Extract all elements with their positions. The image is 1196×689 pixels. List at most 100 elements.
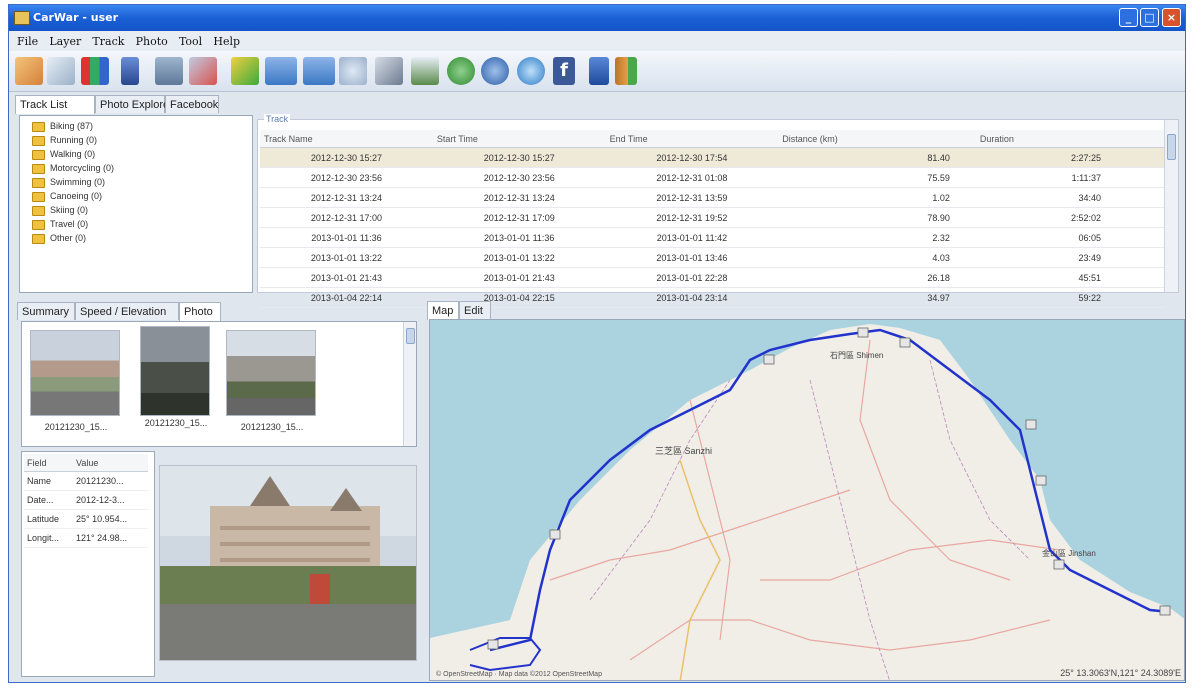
table-cell: 2013-01-01 13:22 [260,247,433,268]
track-scrollbar[interactable] [1164,120,1178,292]
photo-edit-icon[interactable] [303,57,335,85]
camera-folder-icon[interactable] [411,57,439,85]
category-skiing[interactable]: Skiing (0) [32,205,88,218]
edit-track-icon[interactable] [231,57,259,85]
toolbar: f [9,51,1185,92]
table-cell: 2012-12-31 17:00 [260,207,433,228]
col-end-time[interactable]: End Time [605,130,779,148]
photo-scrollbar[interactable] [403,322,416,446]
title-bar[interactable]: CarWar - user _ □ × [9,5,1185,31]
property-row[interactable]: Longit... 121° 24.98... [24,528,148,548]
category-swimming[interactable]: Swimming (0) [32,177,105,190]
folder-icon [32,163,45,174]
table-row[interactable]: 2012-12-31 17:00 2012-12-31 17:09 2012-12-… [260,207,1165,228]
category-biking[interactable]: Biking (87) [32,121,93,134]
tab-photo-explore[interactable]: Photo Explore [95,95,169,113]
table-row[interactable]: 2012-12-30 15:27 2012-12-30 15:27 2012-12-… [260,147,1165,168]
import-icon[interactable] [15,57,43,85]
table-cell: 2013-01-01 22:28 [605,267,779,288]
table-row[interactable]: 2013-01-01 13:22 2013-01-01 13:22 2013-01-… [260,247,1165,268]
tab-facebook[interactable]: Facebook [165,95,219,113]
category-travel[interactable]: Travel (0) [32,219,88,232]
menu-layer[interactable]: Layer [49,35,81,48]
scroll-thumb[interactable] [1167,134,1176,160]
col-duration[interactable]: Duration [975,130,1165,148]
tab-speed-elevation[interactable]: Speed / Elevation [75,302,179,320]
track-table: Track Name Start Time End Time Distance … [260,130,1165,308]
map-coordinates: 25° 13.3063'N,121° 24.3089'E [1060,668,1181,678]
category-walking[interactable]: Walking (0) [32,149,95,162]
category-motorcycling[interactable]: Motorcycling (0) [32,163,114,176]
geotag-icon[interactable] [339,57,367,85]
property-row[interactable]: Latitude 25° 10.954... [24,509,148,529]
chart-icon[interactable] [81,57,109,85]
table-cell: 2012-12-30 17:54 [605,147,779,168]
table-row[interactable]: 2013-01-01 21:43 2013-01-01 21:43 2013-01-… [260,267,1165,288]
folder-icon [32,219,45,230]
menu-file[interactable]: File [17,35,38,48]
map-attribution: © OpenStreetMap · Map data ©2012 OpenStr… [436,671,602,678]
facebook-icon[interactable]: f [553,57,575,85]
menu-track[interactable]: Track [92,35,124,48]
minimize-button[interactable]: _ [1119,8,1138,27]
tab-photo[interactable]: Photo [179,302,221,321]
table-cell: 2012-12-31 13:59 [605,187,779,208]
col-start-time[interactable]: Start Time [432,130,606,148]
menu-bar: File Layer Track Photo Tool Help [9,31,1185,51]
col-track-name[interactable]: Track Name [260,130,433,148]
category-canoeing[interactable]: Canoeing (0) [32,191,102,204]
table-cell: 2013-01-01 13:46 [605,247,779,268]
property-row[interactable]: Name 20121230... [24,471,148,491]
green-sync-icon[interactable] [447,57,475,85]
table-cell: 45:51 [975,267,1165,288]
scroll-thumb[interactable] [406,328,415,344]
table-cell: 2013-01-01 21:43 [432,267,606,288]
exit-icon[interactable] [615,57,637,85]
map-view[interactable]: 三芝區 Sanzhi 石門區 Shimen 金山區 Jinshan 25° 13… [429,319,1185,681]
cloud-icon[interactable] [517,57,545,85]
help-icon[interactable] [589,57,609,85]
folder-icon [32,149,45,160]
table-row[interactable]: 2012-12-30 23:56 2012-12-30 23:56 2012-12-… [260,167,1165,188]
category-running[interactable]: Running (0) [32,135,97,148]
map-canvas[interactable]: 三芝區 Sanzhi 石門區 Shimen 金山區 Jinshan [430,320,1185,681]
truck-icon[interactable] [155,57,183,85]
photo-thumb-3[interactable]: 20121230_15... [226,330,318,432]
window-title: CarWar - user [33,11,118,24]
table-cell: 2012-12-30 15:27 [432,147,606,168]
photo-thumb-1[interactable]: 20121230_15... [30,330,122,432]
tab-summary[interactable]: Summary [17,302,75,320]
tools-icon[interactable] [375,57,403,85]
table-row[interactable]: 2012-12-31 13:24 2012-12-31 13:24 2012-12-… [260,187,1165,208]
col-value[interactable]: Value [73,454,148,472]
col-field[interactable]: Field [24,454,73,472]
gps-device-icon[interactable] [121,57,139,85]
table-cell: 34:40 [975,187,1165,208]
table-cell: 1:11:37 [975,167,1165,188]
menu-tool[interactable]: Tool [179,35,202,48]
table-cell: 4.03 [778,247,976,268]
photo-thumb-2[interactable]: 20121230_15... [130,326,222,428]
export-icon[interactable] [189,57,217,85]
menu-photo[interactable]: Photo [136,35,168,48]
tab-edit[interactable]: Edit [459,301,491,319]
property-field: Name [24,471,73,491]
table-row[interactable]: 2013-01-01 11:36 2013-01-01 11:36 2013-01-… [260,227,1165,248]
folder-icon [32,233,45,244]
table-cell: 2012-12-30 23:56 [432,167,606,188]
col-distance[interactable]: Distance (km) [778,130,976,148]
photo-add-icon[interactable] [265,57,297,85]
close-button[interactable]: × [1162,8,1181,27]
property-value: 121° 24.98... [73,528,148,548]
table-row[interactable]: 2013-01-04 22:14 2013-01-04 22:15 2013-01-… [260,287,1165,308]
tab-map[interactable]: Map [427,301,459,320]
map-icon[interactable] [47,57,75,85]
property-row[interactable]: Date... 2012-12-3... [24,490,148,510]
tab-track-list[interactable]: Track List [15,95,95,114]
maximize-button[interactable]: □ [1140,8,1159,27]
category-other[interactable]: Other (0) [32,233,86,246]
blue-sync-icon[interactable] [481,57,509,85]
table-cell: 2012-12-31 19:52 [605,207,779,228]
menu-help[interactable]: Help [213,35,240,48]
app-icon [14,11,30,25]
